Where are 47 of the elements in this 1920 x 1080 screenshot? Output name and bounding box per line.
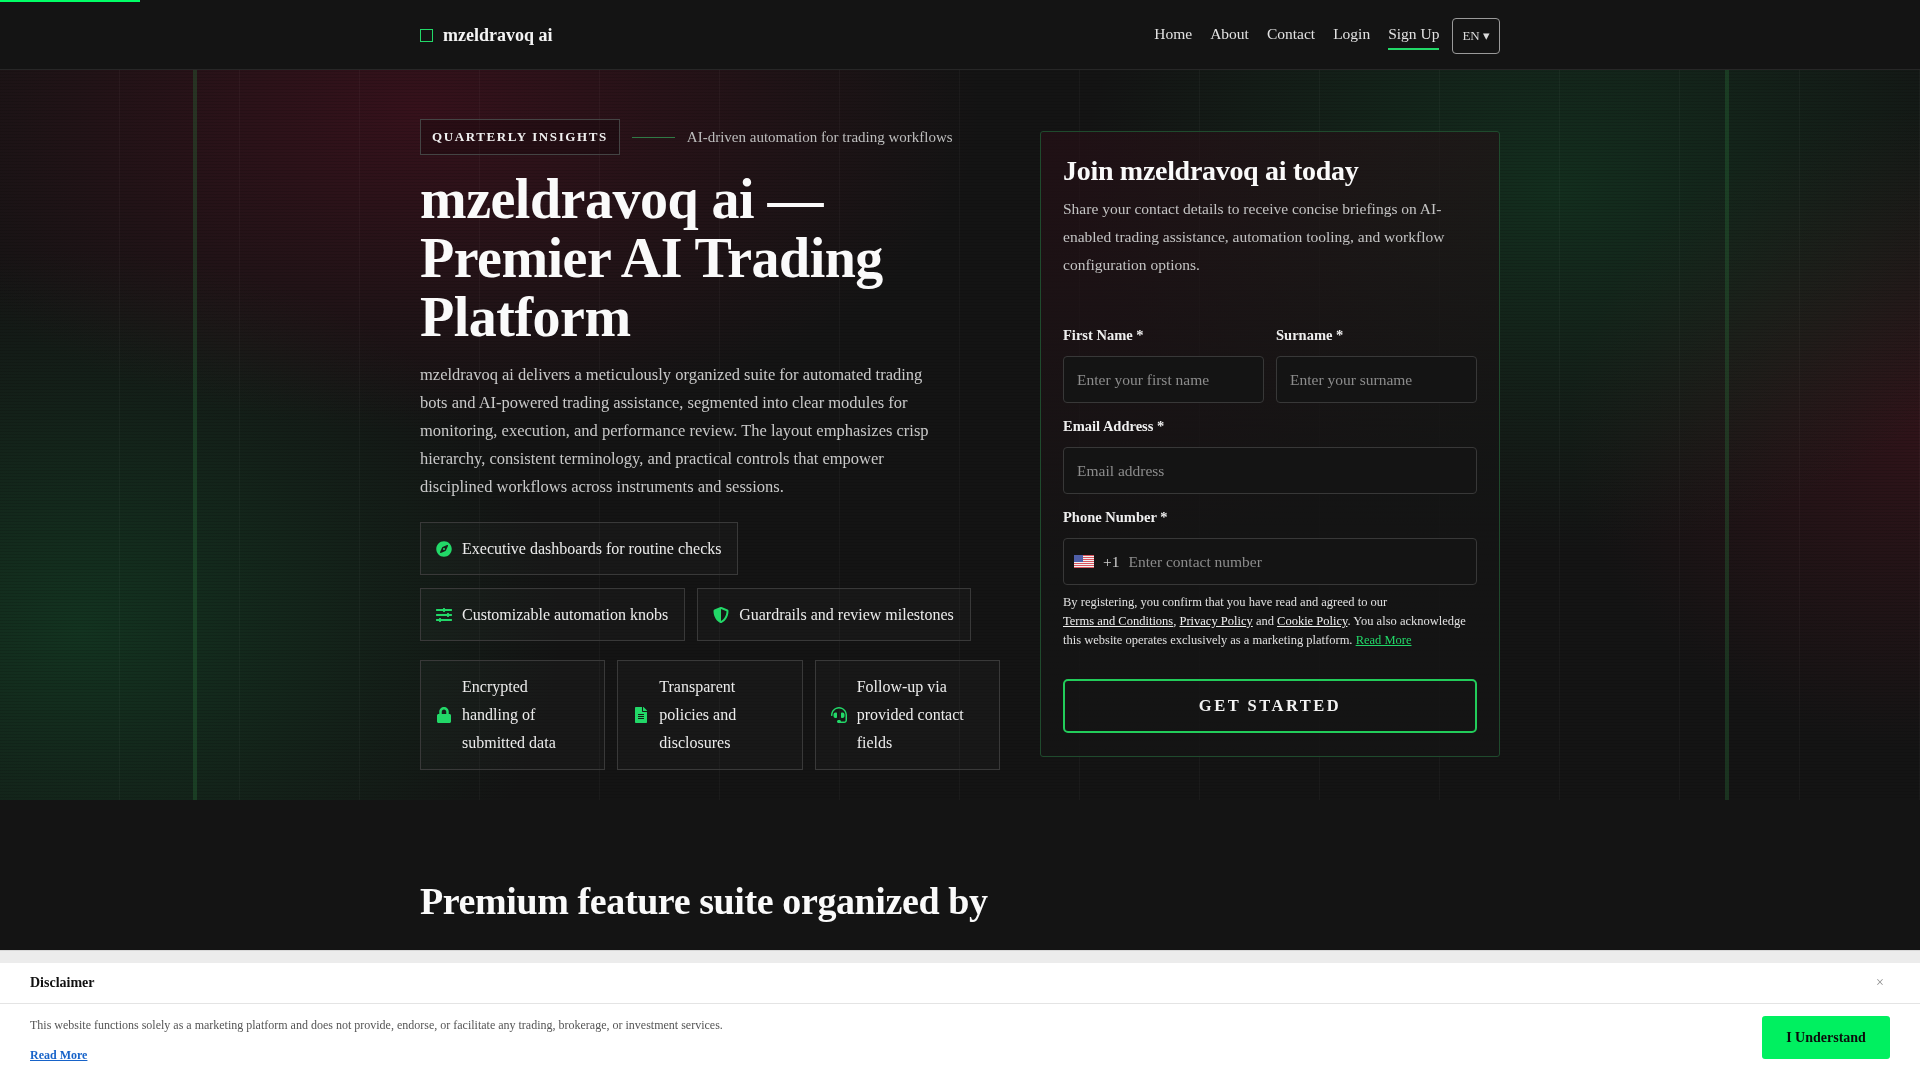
field-label: Phone Number *	[1063, 508, 1169, 527]
section-title: Premium feature suite organized by	[420, 880, 989, 923]
language-button[interactable]: EN ▾	[1452, 17, 1500, 54]
document-icon	[633, 707, 650, 723]
tagline: AI-driven automation for trading workflows	[686, 128, 953, 146]
lock-icon	[436, 707, 452, 723]
phone-field[interactable]: +1 Enter contact number	[1063, 538, 1477, 585]
read-more-link[interactable]: Read More	[1355, 633, 1412, 647]
section-badge: QUARTERLY INSIGHTS	[420, 119, 620, 155]
policy-link[interactable]: Privacy Policy	[1179, 614, 1253, 628]
hero-title: mzeldravoq ai — Premier AI Trading Platform	[420, 170, 884, 347]
get-started-button[interactable]: GET STARTED	[1063, 679, 1477, 733]
assurance-text: Encrypted handling of submitted data	[462, 677, 557, 753]
sliders-icon	[436, 606, 452, 623]
field-label: Email Address *	[1063, 417, 1166, 436]
nav-link[interactable]: About	[1210, 21, 1249, 50]
field-label: First Name *	[1063, 326, 1145, 345]
disclaimer-text: This website functions solely as a marketing platform and does not provide, endorse, or facilitate any trading, brokerage, or investment services.	[30, 1017, 723, 1034]
shield-icon	[713, 606, 730, 623]
read-more-link[interactable]: Read More	[30, 1046, 88, 1064]
nav-link[interactable]: Home	[1154, 21, 1193, 50]
nav-link[interactable]: Login	[1333, 21, 1371, 50]
assurance-text: Follow-up via provided contact fields	[856, 677, 965, 753]
nav-link[interactable]: Sign Up	[1388, 21, 1440, 50]
hero-description: mzeldravoq ai delivers a meticulously organized suite for automated trading bots and AI-powered trading assistance, segmented into clear modules for monitoring, execution, and performance review. The layout emphasizes crisp hierarchy, consistent terminology, and practical controls that empower disciplined workflows across instruments and sessions.	[420, 364, 930, 498]
square-logo-icon	[420, 29, 433, 42]
flag-icon	[1074, 555, 1094, 568]
form-title: Join mzeldravoq ai today	[1063, 154, 1360, 188]
headset-icon	[830, 707, 847, 723]
text-input[interactable]: Enter your first name	[1063, 356, 1264, 403]
email-input[interactable]: Email address	[1063, 447, 1477, 494]
feature-pill-text: Customizable automation knobs	[462, 605, 669, 624]
consent-text: By registering, you confirm that you have read and agreed to our Terms and Conditions, Privacy Policy and Cookie Policy. You also acknowledge this website operates exclusively as a marketing platform. Read More	[1063, 594, 1467, 649]
dial-code: +1	[1103, 552, 1120, 571]
brand-name[interactable]: mzeldravoq ai	[443, 25, 553, 46]
field-label: Surname *	[1276, 326, 1345, 345]
phone-number-input[interactable]: Enter contact number	[1128, 539, 1466, 584]
accept-button[interactable]: I Understand	[1762, 1016, 1890, 1059]
nav-link[interactable]: Contact	[1266, 21, 1316, 50]
compass-icon	[436, 540, 452, 557]
disclaimer-title: Disclaimer	[30, 975, 95, 991]
text-input[interactable]: Enter your surname	[1276, 356, 1477, 403]
feature-pill-text: Guardrails and review milestones	[739, 605, 954, 624]
assurance-text: Transparent policies and disclosures	[659, 677, 738, 753]
feature-pill-text: Executive dashboards for routine checks	[462, 539, 722, 558]
form-description: Share your contact details to receive concise briefings on AI-enabled trading assistance, automation tooling, and workflow configuration options.	[1063, 199, 1446, 275]
close-button[interactable]: ×	[1870, 975, 1890, 991]
